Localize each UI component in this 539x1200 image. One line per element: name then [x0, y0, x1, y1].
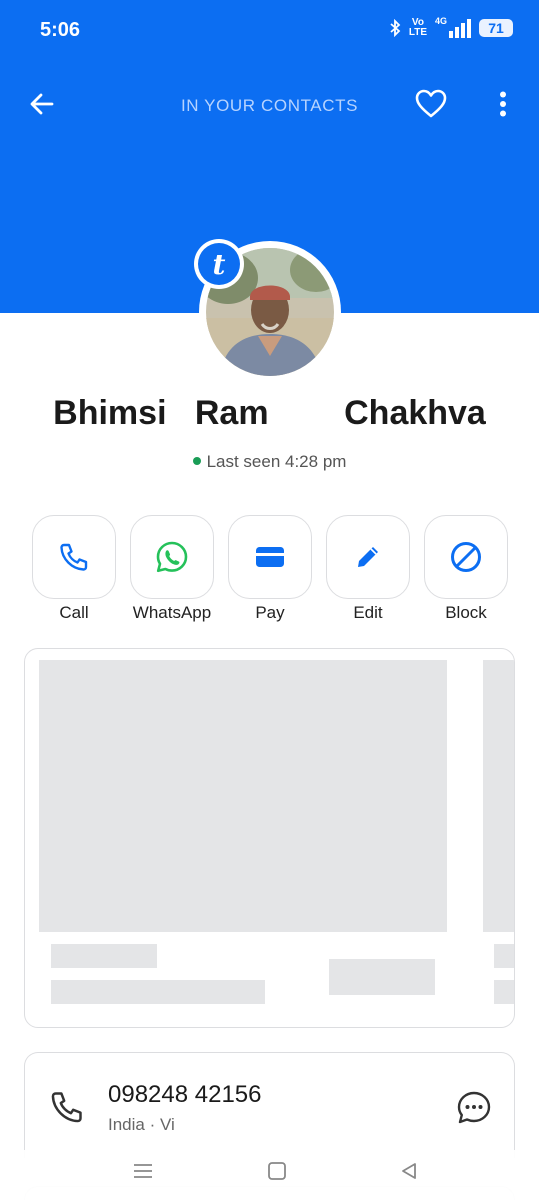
- truecaller-t-icon: t: [198, 243, 240, 285]
- back-nav-button[interactable]: [389, 1156, 429, 1186]
- edit-button[interactable]: [326, 515, 410, 599]
- edit-action[interactable]: Edit: [326, 515, 410, 623]
- skeleton-image: [39, 660, 447, 932]
- phone-icon: [60, 543, 88, 571]
- contact-name: Bhimsi Ram Chakhva: [53, 394, 486, 432]
- page-title: IN YOUR CONTACTS: [180, 96, 359, 115]
- heart-outline-icon: [415, 89, 447, 118]
- skeleton-line: [494, 944, 514, 968]
- system-navigation-bar: [0, 1150, 539, 1200]
- bluetooth-icon: [390, 19, 401, 37]
- pencil-icon: [358, 547, 378, 567]
- block-action[interactable]: Block: [424, 515, 508, 623]
- truecaller-badge: t: [194, 239, 244, 289]
- pay-button[interactable]: [228, 515, 312, 599]
- phone-number-card[interactable]: 098248 42156 India · Vi: [24, 1052, 515, 1158]
- recent-apps-button[interactable]: [123, 1156, 163, 1186]
- home-button[interactable]: [257, 1156, 297, 1186]
- online-dot-icon: [192, 457, 201, 465]
- battery-icon: 71: [479, 19, 513, 37]
- status-time: 5:06: [40, 19, 81, 41]
- whatsapp-label: WhatsApp: [132, 603, 212, 622]
- skeleton-line: [494, 980, 514, 1004]
- wallet-icon: [256, 547, 284, 567]
- block-label: Block: [445, 603, 487, 622]
- last-seen-status: Last seen 4:28 pm: [0, 452, 539, 472]
- favorite-button[interactable]: [413, 86, 449, 122]
- whatsapp-icon: [156, 541, 188, 573]
- pay-action[interactable]: Pay: [228, 515, 312, 623]
- message-icon[interactable]: [455, 1089, 493, 1127]
- block-button[interactable]: [424, 515, 508, 599]
- skeleton-button: [329, 959, 435, 995]
- whatsapp-button[interactable]: [130, 515, 214, 599]
- call-button[interactable]: [32, 515, 116, 599]
- pay-label: Pay: [255, 603, 285, 622]
- menu-icon: [134, 1164, 152, 1178]
- status-icons: Vo LTE 4G 71: [389, 16, 513, 38]
- signal-icon: 4G: [435, 16, 471, 38]
- more-vertical-icon: [500, 91, 506, 117]
- triangle-back-icon: [402, 1163, 416, 1179]
- volte-indicator: Vo LTE: [408, 17, 427, 38]
- call-label: Call: [59, 603, 89, 622]
- phone-carrier: India · Vi: [108, 1115, 175, 1134]
- edit-label: Edit: [353, 603, 383, 622]
- more-options-button[interactable]: [486, 86, 520, 122]
- skeleton-image-next: [483, 660, 514, 932]
- phone-icon: [51, 1092, 82, 1123]
- skeleton-line: [51, 980, 265, 1004]
- phone-number[interactable]: 098248 42156: [108, 1081, 262, 1109]
- call-action[interactable]: Call: [32, 515, 116, 623]
- status-bar: 5:06 Vo LTE 4G 71: [0, 0, 539, 60]
- square-icon: [268, 1162, 286, 1180]
- whatsapp-action[interactable]: WhatsApp: [130, 515, 214, 623]
- skeleton-line: [51, 944, 157, 968]
- loading-carousel: [24, 648, 515, 1028]
- block-icon: [451, 542, 481, 572]
